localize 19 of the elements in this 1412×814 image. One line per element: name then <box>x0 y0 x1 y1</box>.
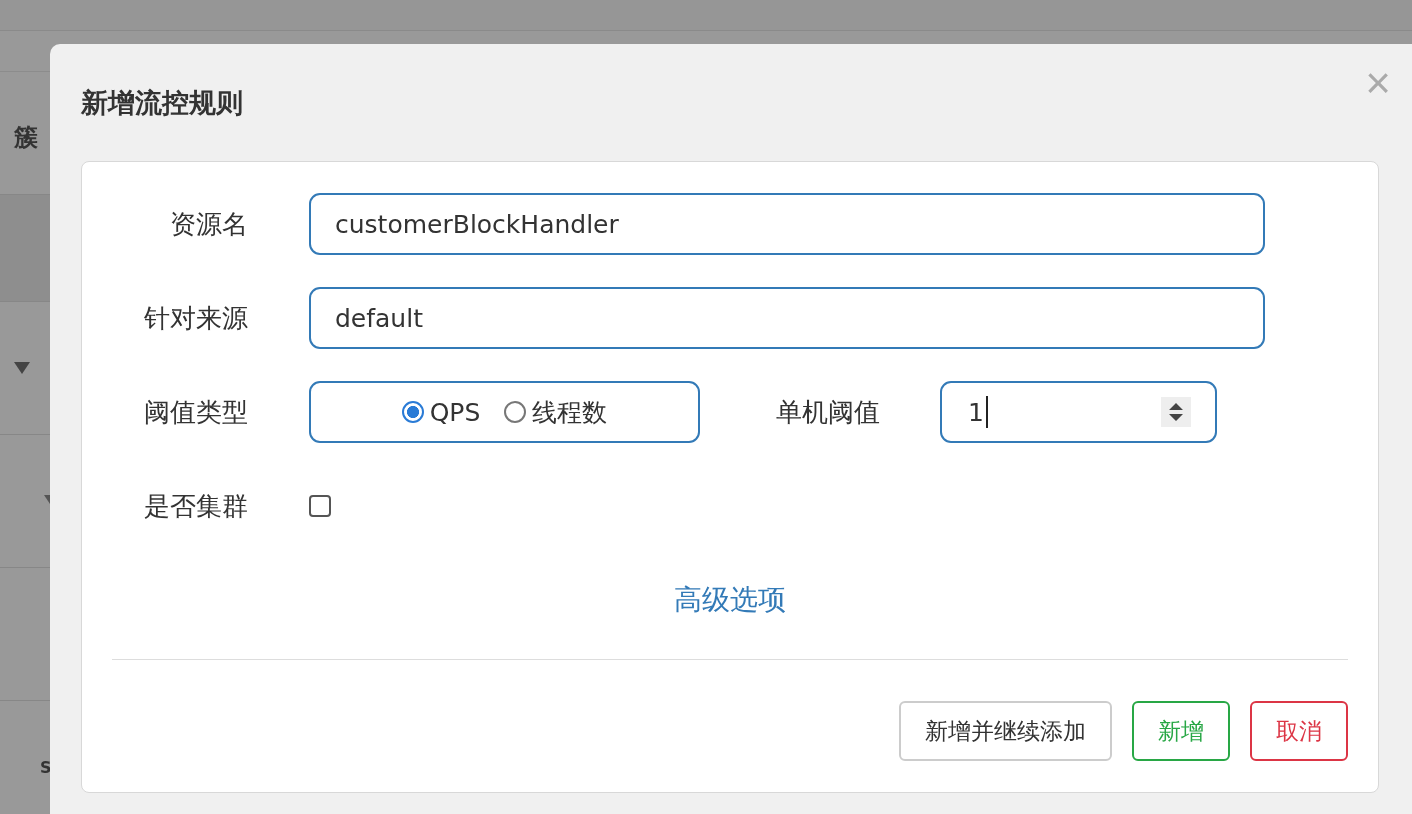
field-label: 阈值类型 <box>143 395 248 429</box>
page-heading: 簇 <box>14 122 38 153</box>
advanced-options-link[interactable]: 高级选项 <box>674 581 786 619</box>
field-label: 资源名 <box>169 207 248 241</box>
dialog-title: 新增流控规则 <box>81 85 243 120</box>
field-label: 是否集群 <box>143 489 248 523</box>
input-field[interactable]: customerBlockHandler <box>309 193 1265 255</box>
field-label: 针对来源 <box>143 301 248 335</box>
radio-option[interactable]: QPS <box>401 397 481 427</box>
radio-option[interactable]: 线程数 <box>504 395 608 429</box>
dialog-button[interactable]: 新增并继续添加 <box>899 701 1112 761</box>
input-field[interactable]: default <box>309 287 1265 349</box>
dialog-button[interactable]: 取消 <box>1250 701 1348 761</box>
checkbox[interactable] <box>309 495 331 517</box>
page-text: S <box>40 757 52 777</box>
spinner-icon[interactable] <box>1161 397 1191 427</box>
field-label: 单机阈值 <box>775 395 880 429</box>
number-field[interactable]: 1 <box>940 381 1217 443</box>
caret-down-icon <box>14 362 30 374</box>
